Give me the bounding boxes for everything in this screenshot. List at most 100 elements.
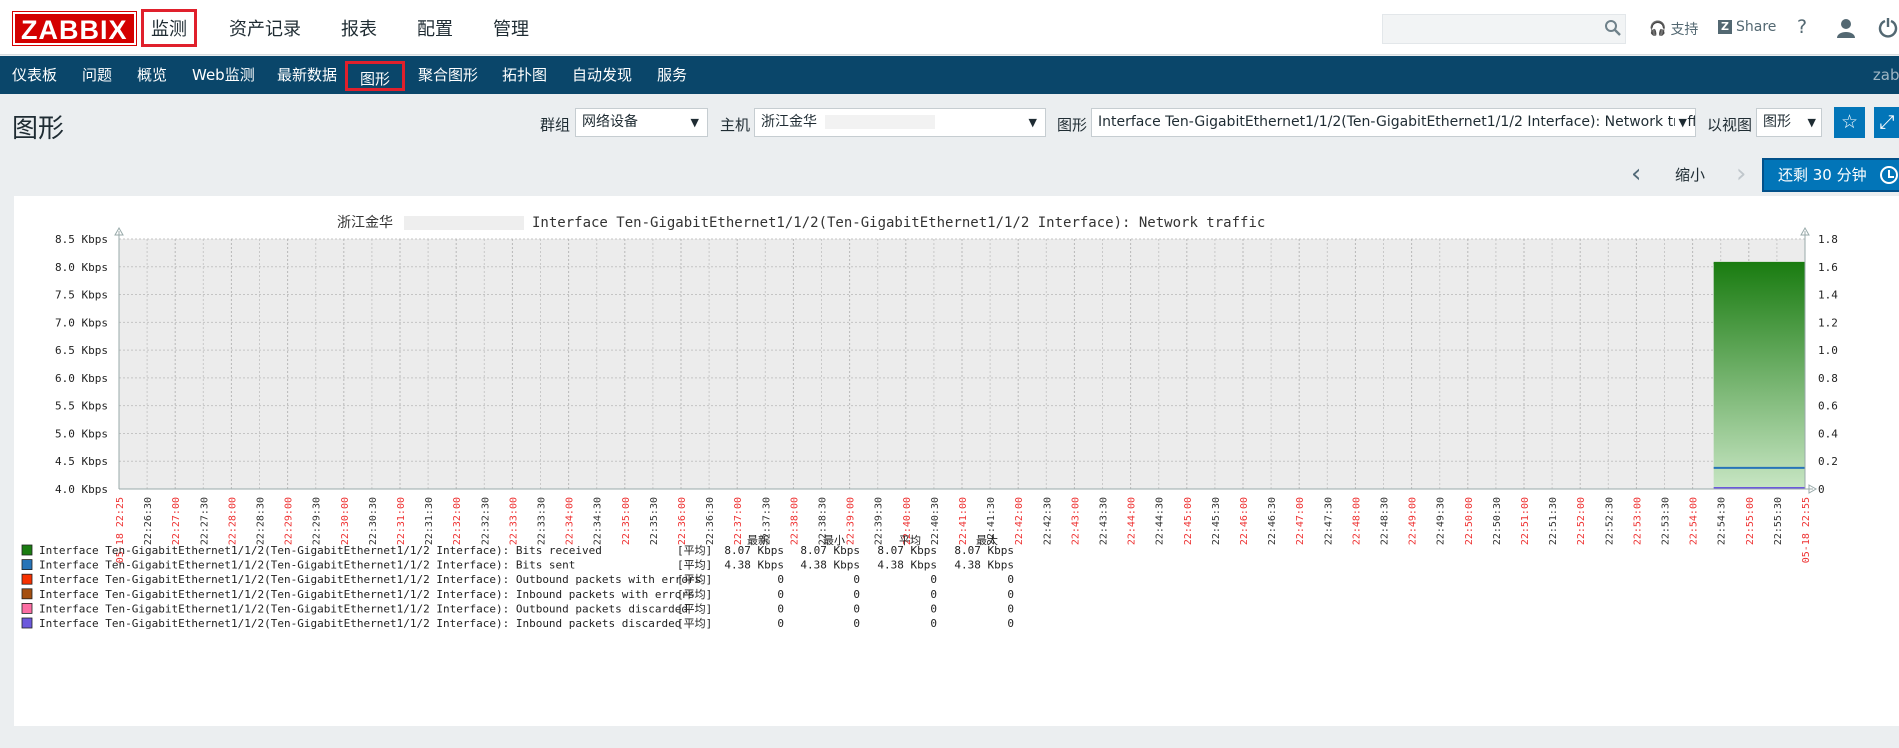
y-tick-label-left: 7.5 Kbps (55, 289, 108, 302)
view-label: 以视图 (1707, 116, 1753, 134)
x-tick-label: 22:28:30 (256, 497, 267, 545)
graph-value: Interface Ten-GigabitEthernet1/1/2(Ten-G… (1098, 114, 1696, 130)
subnav-overview[interactable]: 概览 (137, 56, 167, 94)
menu-reports[interactable]: 报表 (333, 10, 385, 46)
series-bits-received-area (1713, 262, 1805, 489)
menu-monitoring[interactable]: 监测 (141, 8, 197, 47)
x-tick-label: 22:53:30 (1661, 497, 1672, 545)
legend-avg-tag: [平均] (677, 544, 712, 557)
legend-value: 8.07 Kbps (877, 544, 937, 557)
host-redacted-area (825, 115, 936, 129)
x-tick-label: 22:42:30 (1042, 497, 1053, 545)
support-link[interactable]: 🎧 支持 (1649, 19, 1698, 39)
subnav-web[interactable]: Web监测 (192, 56, 255, 94)
legend-value: 0 (1007, 602, 1014, 615)
fullscreen-button[interactable]: ⤢ (1874, 107, 1899, 138)
legend-series-name: Interface Ten-GigabitEthernet1/1/2(Ten-G… (39, 573, 701, 586)
favorite-button[interactable]: ☆ (1834, 107, 1865, 138)
legend-value: 0 (777, 617, 784, 630)
signout-icon[interactable] (1878, 18, 1898, 38)
legend-value: 0 (930, 573, 937, 586)
legend-value: 8.07 Kbps (800, 544, 860, 557)
dropdown-arrow-icon: ▼ (1807, 116, 1816, 129)
y-tick-label-right: 0 (1818, 483, 1825, 496)
subnav-services[interactable]: 服务 (657, 56, 687, 94)
subnav-screens[interactable]: 聚合图形 (418, 56, 478, 94)
subnav-graphs[interactable]: 图形 (345, 61, 406, 91)
view-value: 图形 (1763, 114, 1791, 130)
y-tick-label-left: 4.0 Kbps (55, 483, 108, 496)
x-tick-label: 22:46:30 (1267, 497, 1278, 545)
y-tick-label-right: 1.8 (1818, 233, 1838, 246)
x-tick-label: 22:32:30 (480, 497, 491, 545)
subnav-latest-data[interactable]: 最新数据 (277, 56, 337, 94)
legend-swatch (21, 573, 33, 585)
x-tick-label: 22:55:00 (1745, 497, 1756, 545)
menu-administration[interactable]: 管理 (485, 10, 537, 46)
y-tick-label-left: 6.0 Kbps (55, 372, 108, 385)
x-tick-label: 22:49:00 (1408, 497, 1419, 545)
zoom-out-button[interactable]: 缩小 (1675, 164, 1705, 185)
subnav-problems[interactable]: 问题 (82, 56, 112, 94)
x-tick-label: 22:29:00 (284, 497, 295, 545)
legend-value: 0 (1007, 588, 1014, 601)
share-link[interactable]: Z Share (1718, 19, 1776, 35)
legend-swatch (21, 588, 33, 600)
host-select[interactable]: 浙江金华 ▼ (754, 108, 1046, 137)
x-tick-label: 22:31:30 (424, 497, 435, 545)
search-icon[interactable] (1604, 19, 1622, 37)
x-tick-label: 22:46:00 (1239, 497, 1250, 545)
x-tick-label: 22:45:00 (1183, 497, 1194, 545)
x-tick-label: 22:28:00 (227, 497, 238, 545)
legend-value: 0 (1007, 617, 1014, 630)
x-tick-label: 22:41:00 (958, 497, 969, 545)
x-tick-label: 22:43:00 (1070, 497, 1081, 545)
x-tick-label: 22:33:30 (537, 497, 548, 545)
y-tick-label-left: 5.0 Kbps (55, 427, 108, 440)
x-tick-label: 22:36:30 (705, 497, 716, 545)
x-tick-label: 22:40:30 (930, 497, 941, 545)
y-tick-label-left: 7.0 Kbps (55, 316, 108, 329)
legend-value: 0 (777, 602, 784, 615)
subnav-dashboard[interactable]: 仪表板 (12, 56, 57, 94)
view-select[interactable]: 图形 ▼ (1756, 108, 1822, 137)
group-label: 群组 (540, 116, 571, 134)
y-tick-label-right: 1.6 (1818, 261, 1838, 274)
legend-value: 4.38 Kbps (954, 559, 1014, 572)
legend-value: 8.07 Kbps (724, 544, 784, 557)
menu-inventory[interactable]: 资产记录 (221, 10, 309, 46)
x-tick-label: 22:34:30 (593, 497, 604, 545)
legend-series-name: Interface Ten-GigabitEthernet1/1/2(Ten-G… (39, 602, 688, 615)
help-icon[interactable]: ? (1797, 16, 1807, 38)
y-tick-label-right: 0.4 (1818, 427, 1838, 440)
search-input[interactable] (1382, 14, 1626, 44)
legend-avg-tag: [平均] (677, 602, 712, 615)
time-period-button[interactable]: 还剩 30 分钟 (1762, 158, 1899, 192)
zabbix-logo[interactable]: ZABBIX (12, 11, 137, 46)
legend-avg-tag: [平均] (677, 573, 712, 586)
subnav-discovery[interactable]: 自动发现 (572, 56, 632, 94)
menu-configuration[interactable]: 配置 (409, 10, 461, 46)
legend-series-name: Interface Ten-GigabitEthernet1/1/2(Ten-G… (39, 544, 602, 557)
x-tick-label: 22:33:00 (508, 497, 519, 545)
group-select[interactable]: 网络设备 ▼ (575, 108, 708, 137)
legend-series-name: Interface Ten-GigabitEthernet1/1/2(Ten-G… (39, 559, 575, 572)
subnav-maps[interactable]: 拓扑图 (502, 56, 547, 94)
x-tick-label: 22:42:00 (1014, 497, 1025, 545)
x-tick-label: 22:26:30 (143, 497, 154, 545)
x-tick-label: 22:54:30 (1717, 497, 1728, 545)
title-redacted-area (404, 216, 524, 230)
time-forward-icon[interactable]: › (1736, 159, 1746, 189)
y-tick-label-right: 1.0 (1818, 344, 1838, 357)
x-tick-label: 22:36:00 (677, 497, 688, 545)
share-z-icon: Z (1718, 20, 1732, 34)
chart-title: Interface Ten-GigabitEthernet1/1/2(Ten-G… (532, 215, 1265, 231)
graph-select[interactable]: Interface Ten-GigabitEthernet1/1/2(Ten-G… (1091, 108, 1696, 137)
time-back-icon[interactable]: ‹ (1631, 159, 1641, 189)
y-tick-label-right: 0.8 (1818, 372, 1838, 385)
time-period-label: 还剩 30 分钟 (1778, 166, 1867, 184)
user-profile-icon[interactable] (1836, 18, 1856, 38)
dropdown-arrow-icon: ▼ (690, 116, 699, 129)
network-traffic-graph[interactable]: 8.5 Kbps 8.0 Kbps 7.5 Kbps 7.0 Kbps 6.5 Kbps… (14, 196, 1899, 726)
x-tick-label: 22:37:00 (733, 497, 744, 545)
